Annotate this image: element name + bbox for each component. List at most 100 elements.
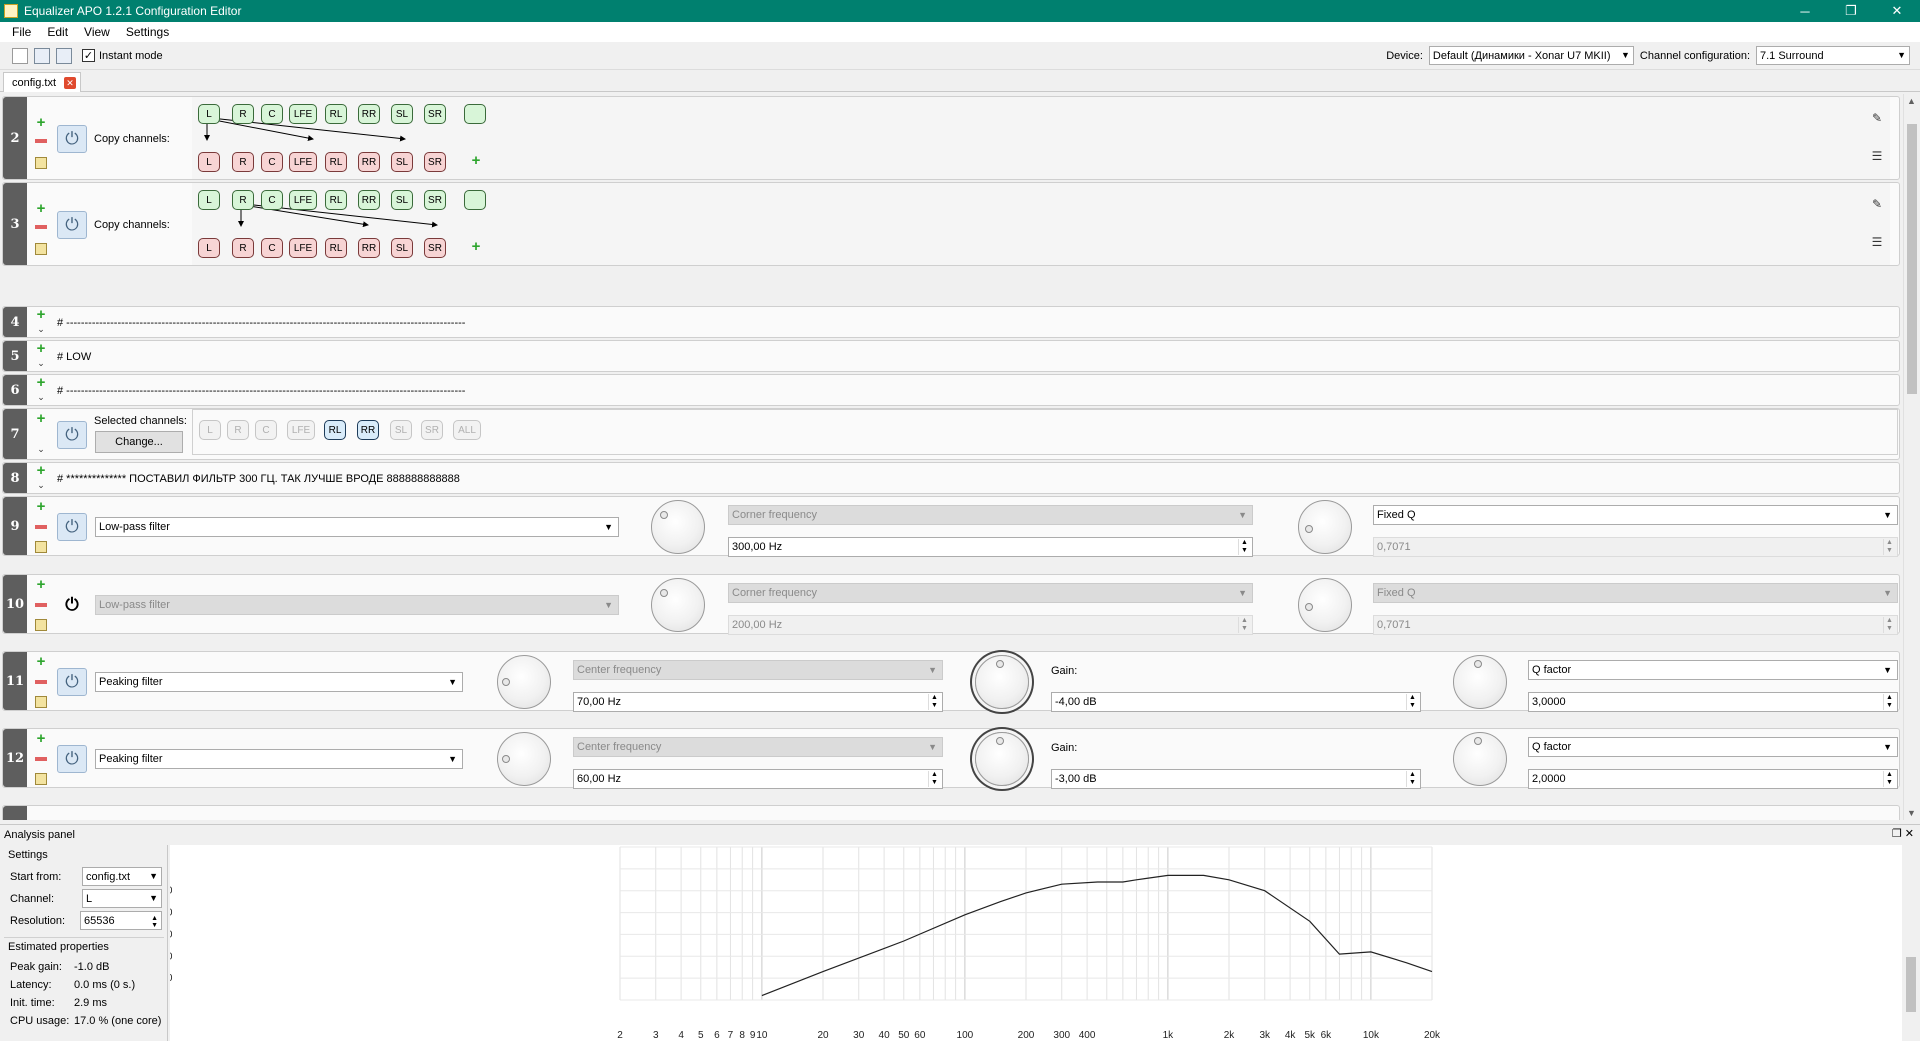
close-button[interactable]: ✕: [1874, 0, 1920, 22]
resolution-input[interactable]: 65536 ▲ ▼: [80, 911, 162, 930]
gain-knob[interactable]: [975, 732, 1029, 786]
target-channel-sl[interactable]: SL: [391, 238, 413, 258]
channel-rl[interactable]: RL: [324, 420, 346, 440]
target-channel-sr[interactable]: SR: [424, 238, 446, 258]
channel-all[interactable]: ALL: [453, 420, 481, 440]
add-filter-icon[interactable]: +: [35, 411, 47, 426]
expand-icon[interactable]: ⌄: [35, 481, 47, 490]
power-toggle-button[interactable]: ⏻: [57, 421, 87, 449]
expand-icon[interactable]: ⌄: [35, 325, 47, 334]
scrollbar-thumb[interactable]: [1907, 124, 1917, 394]
document-icon[interactable]: ☰: [1869, 235, 1885, 251]
power-toggle-button[interactable]: ⏻: [57, 745, 87, 773]
spin-arrows-icon[interactable]: ▲ ▼: [1883, 771, 1895, 787]
edit-icon[interactable]: [35, 619, 47, 631]
scrollbar-thumb[interactable]: [1906, 957, 1916, 1012]
frequency-response-graph[interactable]: 100 -10 -20 -30 -40 -50 2 3 4 5678910 20 30 40 50 60 10…: [158, 842, 1902, 1041]
q-knob[interactable]: [1298, 578, 1352, 632]
target-channel-sr[interactable]: SR: [424, 152, 446, 172]
edit-icon[interactable]: [35, 541, 47, 553]
spin-arrows-icon[interactable]: ▲ ▼: [151, 915, 158, 929]
filter-type-select[interactable]: Low-pass filter ▼: [95, 517, 619, 537]
power-toggle-button[interactable]: ⏻: [57, 668, 87, 696]
channel-l[interactable]: L: [199, 420, 221, 440]
power-toggle-button[interactable]: ⏻: [57, 125, 87, 153]
spin-arrows-icon[interactable]: ▲ ▼: [928, 694, 940, 710]
target-channel-sl[interactable]: SL: [391, 152, 413, 172]
power-toggle-button[interactable]: ⏻: [57, 513, 87, 541]
source-channel-sl[interactable]: SL: [391, 104, 413, 124]
panel-window-buttons[interactable]: ❐ ✕: [1892, 827, 1914, 840]
instant-mode-checkbox[interactable]: ✓: [82, 49, 95, 62]
channel-select[interactable]: L ▼: [82, 889, 162, 908]
close-tab-icon[interactable]: ✕: [64, 77, 77, 89]
source-channel-add[interactable]: [464, 104, 486, 124]
comment-text[interactable]: # --------------------------------------…: [57, 317, 465, 329]
source-channel-r[interactable]: R: [232, 104, 254, 124]
source-channel-rr[interactable]: RR: [358, 190, 380, 210]
add-filter-icon[interactable]: +: [35, 731, 47, 746]
change-channels-button[interactable]: Change...: [95, 431, 183, 453]
remove-filter-icon[interactable]: [35, 757, 47, 761]
minimize-button[interactable]: ─: [1782, 0, 1828, 22]
frequency-knob[interactable]: [651, 578, 705, 632]
expand-icon[interactable]: ⌄: [35, 359, 47, 368]
target-channel-rl[interactable]: RL: [325, 152, 347, 172]
target-channel-r[interactable]: R: [232, 238, 254, 258]
q-knob[interactable]: [1453, 655, 1507, 709]
document-icon[interactable]: ☰: [1869, 149, 1885, 165]
gain-input[interactable]: -4,00 dB ▲ ▼: [1051, 692, 1421, 712]
spin-arrows-icon[interactable]: ▲ ▼: [1238, 539, 1250, 555]
add-target-icon[interactable]: +: [470, 239, 482, 254]
remove-filter-icon[interactable]: [35, 525, 47, 529]
add-target-icon[interactable]: +: [470, 153, 482, 168]
menu-view[interactable]: View: [76, 25, 118, 39]
comment-text[interactable]: # LOW: [57, 351, 91, 363]
add-filter-icon[interactable]: +: [35, 201, 47, 216]
source-channel-lfe[interactable]: LFE: [289, 104, 317, 124]
frequency-input[interactable]: 200,00 Hz ▲ ▼: [728, 615, 1253, 635]
start-from-select[interactable]: config.txt ▼: [82, 867, 162, 886]
menu-file[interactable]: File: [4, 25, 39, 39]
remove-filter-icon[interactable]: [35, 139, 47, 143]
add-filter-icon[interactable]: +: [35, 375, 47, 390]
menu-settings[interactable]: Settings: [118, 25, 177, 39]
spin-arrows-icon[interactable]: ▲ ▼: [1883, 539, 1895, 555]
q-mode-select[interactable]: Fixed Q ▼: [1373, 583, 1898, 603]
spin-arrows-icon[interactable]: ▲ ▼: [1883, 617, 1895, 633]
edit-icon[interactable]: [35, 696, 47, 708]
add-filter-icon[interactable]: +: [35, 463, 47, 478]
source-channel-c[interactable]: C: [261, 104, 283, 124]
source-channel-sr[interactable]: SR: [424, 104, 446, 124]
frequency-input[interactable]: 300,00 Hz ▲ ▼: [728, 537, 1253, 557]
target-channel-rr[interactable]: RR: [358, 152, 380, 172]
save-file-icon[interactable]: [56, 47, 72, 64]
source-channel-r[interactable]: R: [232, 190, 254, 210]
spin-arrows-icon[interactable]: ▲ ▼: [1238, 617, 1250, 633]
new-file-icon[interactable]: [12, 47, 28, 64]
source-channel-l[interactable]: L: [198, 190, 220, 210]
channel-rr[interactable]: RR: [357, 420, 379, 440]
editor-scrollbar[interactable]: ▲ ▼: [1903, 94, 1920, 820]
add-filter-icon[interactable]: +: [35, 115, 47, 130]
add-filter-icon[interactable]: +: [35, 654, 47, 669]
source-channel-add[interactable]: [464, 190, 486, 210]
frequency-input[interactable]: 70,00 Hz ▲ ▼: [573, 692, 943, 712]
target-channel-l[interactable]: L: [198, 238, 220, 258]
channel-lfe[interactable]: LFE: [287, 420, 315, 440]
add-filter-icon[interactable]: +: [35, 341, 47, 356]
frequency-knob[interactable]: [497, 732, 551, 786]
add-filter-icon[interactable]: +: [35, 577, 47, 592]
source-channel-rr[interactable]: RR: [358, 104, 380, 124]
source-channel-c[interactable]: C: [261, 190, 283, 210]
source-channel-lfe[interactable]: LFE: [289, 190, 317, 210]
source-channel-rl[interactable]: RL: [325, 190, 347, 210]
q-input[interactable]: 3,0000 ▲ ▼: [1528, 692, 1898, 712]
scroll-down-icon[interactable]: ▼: [1907, 808, 1916, 818]
spin-arrows-icon[interactable]: ▲ ▼: [1406, 694, 1418, 710]
expand-icon[interactable]: ⌄: [35, 445, 47, 454]
q-input[interactable]: 0,7071 ▲ ▼: [1373, 615, 1898, 635]
tab-config[interactable]: config.txt ✕: [3, 72, 82, 92]
source-channel-l[interactable]: L: [198, 104, 220, 124]
filter-type-select[interactable]: Low-pass filter ▼: [95, 595, 619, 615]
